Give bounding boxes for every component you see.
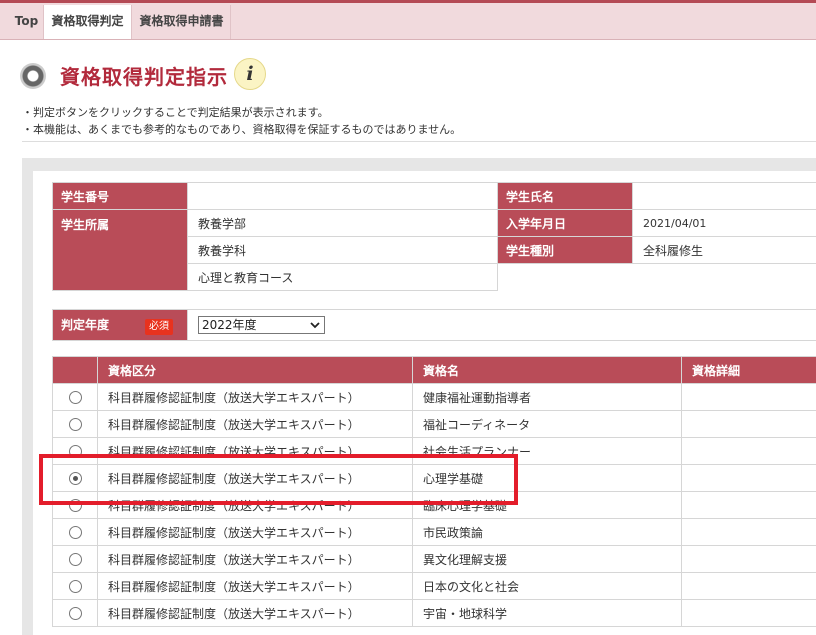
row-radio[interactable] — [68, 418, 82, 431]
row-qualification-detail — [681, 491, 816, 519]
tab-top[interactable]: Top — [10, 5, 44, 39]
row-category: 科目群履修認証制度（放送大学エキスパート） — [97, 572, 413, 600]
row-select-cell — [52, 545, 98, 573]
row-select-cell — [52, 599, 98, 627]
row-select-cell — [52, 572, 98, 600]
row-qualification-name: 福祉コーディネータ — [412, 410, 682, 438]
row-select-cell — [52, 383, 98, 411]
row-radio[interactable] — [68, 607, 82, 620]
affiliation-department: 教養学科 — [187, 236, 498, 264]
row-radio[interactable] — [68, 391, 82, 404]
row-qualification-name: 異文化理解支援 — [412, 545, 682, 573]
row-category: 科目群履修認証制度（放送大学エキスパート） — [97, 599, 413, 627]
table-row[interactable]: 科目群履修認証制度（放送大学エキスパート） 市民政策論 — [52, 518, 816, 546]
row-qualification-name: 健康福祉運動指導者 — [412, 383, 682, 411]
header-qualification-name: 資格名 — [412, 356, 682, 384]
row-category: 科目群履修認証制度（放送大学エキスパート） — [97, 545, 413, 573]
empty-cell — [632, 263, 816, 291]
judgement-year-select[interactable]: 2022年度 — [198, 316, 325, 334]
row-category: 科目群履修認証制度（放送大学エキスパート） — [97, 518, 413, 546]
student-type-label: 学生種別 — [497, 236, 633, 264]
table-row[interactable]: 科目群履修認証制度（放送大学エキスパート） 健康福祉運動指導者 — [52, 383, 816, 411]
judgement-year-label: 判定年度 必須 — [52, 309, 188, 341]
row-qualification-detail — [681, 518, 816, 546]
note-disclaimer: ・本機能は、あくまでも参考的なものであり、資格取得を保証するものではありません。 — [22, 123, 462, 136]
info-icon[interactable]: i — [234, 58, 266, 90]
row-qualification-detail — [681, 572, 816, 600]
row-category: 科目群履修認証制度（放送大学エキスパート） — [97, 410, 413, 438]
chevron-down-icon — [310, 322, 320, 329]
note-judge-button: ・判定ボタンをクリックすることで判定結果が表示されます。 — [22, 106, 329, 119]
header-select — [52, 356, 98, 384]
row-radio[interactable] — [68, 580, 82, 593]
page-title: 資格取得判定指示 — [60, 65, 228, 89]
judgement-year-label-text: 判定年度 — [61, 317, 110, 332]
row-qualification-detail — [681, 437, 816, 465]
enrollment-date-label: 入学年月日 — [497, 209, 633, 237]
row-qualification-name: 宇宙・地球科学 — [412, 599, 682, 627]
row-category: 科目群履修認証制度（放送大学エキスパート） — [97, 383, 413, 411]
row-select-cell — [52, 518, 98, 546]
student-affiliation-label: 学生所属 — [52, 209, 188, 291]
table-row[interactable]: 科目群履修認証制度（放送大学エキスパート） 異文化理解支援 — [52, 545, 816, 573]
divider — [22, 141, 816, 142]
student-info-table: 学生番号 学生氏名 学生所属 教養学部 入学年月日 2021/04/01 教養学… — [52, 182, 816, 291]
header-qualification-detail: 資格詳細 — [681, 356, 816, 384]
table-row[interactable]: 科目群履修認証制度（放送大学エキスパート） 福祉コーディネータ — [52, 410, 816, 438]
tab-qualification-judgement[interactable]: 資格取得判定 — [44, 5, 132, 39]
row-radio[interactable] — [68, 553, 82, 566]
enrollment-date-value: 2021/04/01 — [632, 209, 816, 237]
table-row[interactable]: 科目群履修認証制度（放送大学エキスパート） 宇宙・地球科学 — [52, 599, 816, 627]
row-qualification-detail — [681, 464, 816, 492]
student-number-value — [187, 182, 498, 210]
header-category: 資格区分 — [97, 356, 413, 384]
table-row[interactable]: 科目群履修認証制度（放送大学エキスパート） 日本の文化と社会 — [52, 572, 816, 600]
top-tab-bar: Top 資格取得判定 資格取得申請書 — [0, 0, 816, 40]
student-name-value — [632, 182, 816, 210]
affiliation-course: 心理と教育コース — [187, 263, 498, 291]
row-qualification-name: 市民政策論 — [412, 518, 682, 546]
student-number-label: 学生番号 — [52, 182, 188, 210]
judgement-year-table: 判定年度 必須 2022年度 — [52, 309, 816, 341]
row-qualification-detail — [681, 410, 816, 438]
row-qualification-detail — [681, 599, 816, 627]
student-type-value: 全科履修生 — [632, 236, 816, 264]
judgement-year-selected-value: 2022年度 — [202, 318, 257, 332]
row-qualification-name: 日本の文化と社会 — [412, 572, 682, 600]
empty-cell — [497, 263, 633, 291]
required-badge: 必須 — [145, 318, 174, 335]
row-radio[interactable] — [68, 526, 82, 539]
affiliation-faculty: 教養学部 — [187, 209, 498, 237]
row-select-cell — [52, 410, 98, 438]
selection-highlight-box — [39, 454, 518, 505]
heading-bullet-icon — [20, 63, 46, 89]
row-qualification-detail — [681, 545, 816, 573]
student-name-label: 学生氏名 — [497, 182, 633, 210]
row-qualification-detail — [681, 383, 816, 411]
tab-qualification-application[interactable]: 資格取得申請書 — [133, 5, 231, 39]
